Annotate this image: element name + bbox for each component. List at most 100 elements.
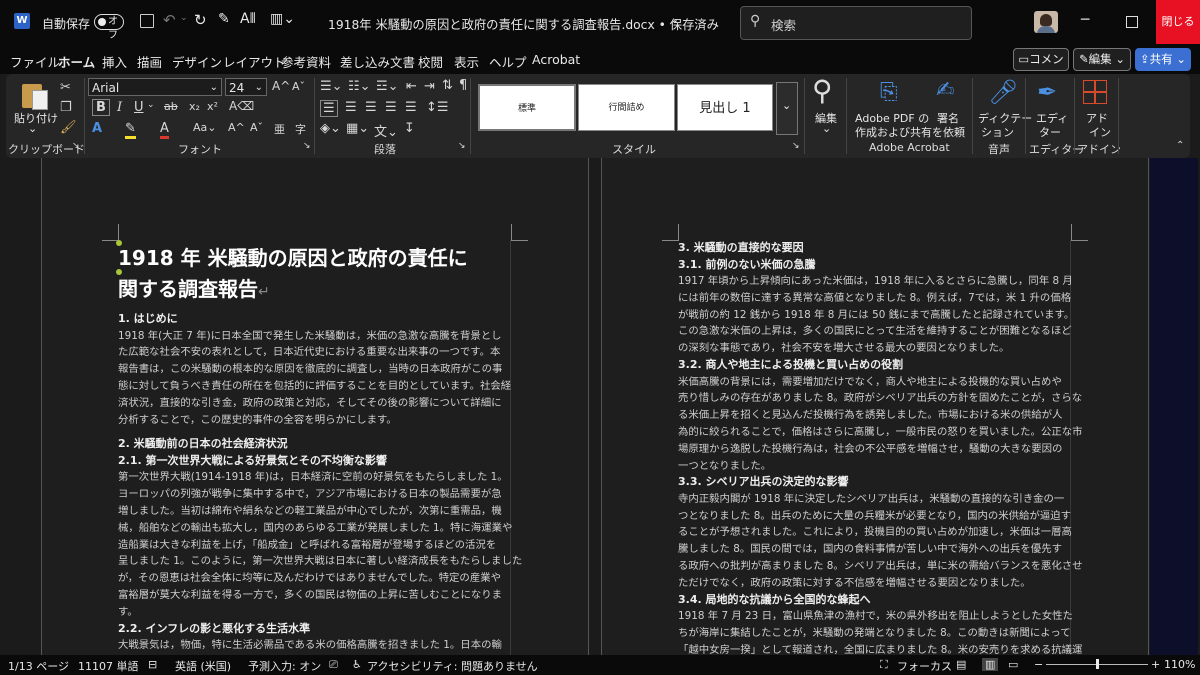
numbering-icon[interactable]: ☷⌄ (348, 79, 371, 94)
minimize-icon[interactable]: ─ (1081, 12, 1089, 28)
zoom-slider-thumb[interactable] (1096, 659, 1099, 669)
paragraph-line[interactable]: 寺内正毅内閣が 1918 年に決定したシベリア出兵は，米騒動の直接的な引き金の一 (678, 491, 1064, 508)
increase-indent-icon[interactable]: ⇥ (424, 79, 435, 94)
tab-draw[interactable]: 描画 (137, 52, 162, 71)
proofing-icon[interactable]: ⊟ (148, 658, 157, 671)
paragraph-line[interactable]: 報告書は，この米騒動の根本的な原因を徹底的に調査し，当時の日本政府がこの事 (118, 361, 502, 378)
copy-icon[interactable]: ❐ (60, 100, 72, 115)
document-title-line-2[interactable]: 関する調査報告↵ (118, 275, 270, 306)
tab-references[interactable]: 参考資料 (281, 52, 331, 71)
paragraph-line[interactable]: が戦前の約 12 銭から 1918 年 8 月には 50 銭にまで高騰したと記録… (678, 307, 1074, 324)
draw-icon[interactable]: ✎ (218, 11, 230, 27)
shrink-font-icon[interactable]: Aˇ (292, 80, 305, 93)
paragraph-line[interactable]: 呈しました 1。このように，第一次世界大戦は日本に著しい経済成長をもたらしました (118, 553, 522, 570)
tab-acrobat[interactable]: Acrobat (532, 52, 580, 67)
paragraph-line[interactable]: ヨーロッパの列強が戦争に集中する中で，アジア市場における日本の製品需要が急 (118, 486, 502, 503)
paragraph-line[interactable]: つとなりました 8。出兵のために大量の兵糧米が必要となり，国内の米供給が逼迫す (678, 508, 1071, 525)
document-title-line-1[interactable]: 1918 年 米騒動の原因と政府の責任に (118, 244, 468, 272)
document-title[interactable]: 1918年 米騒動の原因と政府の責任に関する調査報告.docx • 保存済み (328, 15, 719, 33)
page-count[interactable]: 1/13 ページ (8, 658, 69, 674)
close-button[interactable]: 閉じる (1156, 0, 1200, 44)
tab-file[interactable]: ファイル (10, 52, 60, 71)
font-size-select[interactable]: 24 ⌄ (225, 78, 267, 96)
paragraph-line[interactable]: 「越中女房一揆」として報道され，全国に広まりました 8。米の安売りを求める抗議運 (678, 642, 1082, 655)
styles-dialog-launcher-icon[interactable]: ↘ (792, 141, 800, 151)
highlight-icon[interactable]: ✎ (125, 121, 136, 139)
read-mode-icon[interactable]: ▤ (956, 658, 966, 671)
autosave-toggle[interactable]: オフ (94, 14, 124, 41)
paragraph-line[interactable]: 1918 年 7 月 23 日，富山県魚津の漁村で，米の県外移出を阻止しようとし… (678, 608, 1073, 625)
paragraph-line[interactable]: 増しました。当初は綿布や絹糸などの軽工業品が中心でしたが，次第に重需品，機 (118, 503, 502, 520)
paragraph-line[interactable]: この急激な米価の上昇は，多くの国民にとって生活を維持することが困難となるほど (678, 323, 1072, 340)
read-aloud-icon[interactable]: A⦀ (240, 11, 256, 27)
paragraph-line[interactable]: 一つとなりました。 (678, 458, 771, 475)
cut-icon[interactable]: ✂ (60, 80, 71, 95)
section-heading[interactable]: 2.2. インフレの影と悪化する生活水準 (118, 621, 310, 637)
font-color-icon[interactable]: A (160, 121, 169, 139)
align-left-icon[interactable]: ☰ (320, 100, 338, 117)
phonetic-guide-icon[interactable]: 亜 (274, 121, 285, 137)
paragraph-line[interactable]: には前年の数倍に達する異常な高値となりました 8。例えば，7では，米 1 升の価… (678, 290, 1071, 307)
show-marks-icon[interactable]: ¶ (459, 78, 467, 93)
line-spacing-icon[interactable]: ↕☰ (426, 100, 449, 115)
share-button[interactable]: ⇪共有 ⌄ (1135, 48, 1191, 71)
bold-icon[interactable]: B (92, 99, 110, 116)
distributed-icon[interactable]: ☰ (405, 100, 417, 115)
format-painter-icon[interactable]: 🖌 (60, 120, 77, 135)
zoom-slider[interactable] (1046, 659, 1148, 669)
predictive-text[interactable]: 予測入力: オン (248, 658, 321, 674)
accessibility-status[interactable]: アクセシビリティ: 問題ありません (367, 658, 538, 674)
shading-icon[interactable]: ◈⌄ (320, 121, 341, 136)
paste-icon[interactable] (22, 80, 48, 110)
restore-icon[interactable] (1126, 16, 1138, 28)
title-dropdown-icon[interactable]: ⌄ (670, 13, 679, 26)
search-icon[interactable]: ⚲ (812, 74, 833, 107)
subscript-icon[interactable]: x₂ (189, 100, 200, 113)
section-heading[interactable]: 3.1. 前例のない米価の急騰 (678, 257, 816, 273)
multilevel-list-icon[interactable]: ☲⌄ (376, 79, 399, 94)
grow-font-2-icon[interactable]: A^ (228, 121, 245, 134)
clear-format-icon[interactable]: A⌫ (229, 99, 254, 113)
undo-dropdown-icon[interactable]: ⌄ (180, 13, 188, 23)
paragraph-line[interactable]: が，その恩恵は社会全体に均等に及んだわけではありませんでした。特定の産業や (118, 570, 501, 587)
paragraph-line[interactable]: 械，船舶などの輸出も拡大し，国内のあらゆる工業が発展しました 1。特に海運業や (118, 520, 512, 537)
tab-design[interactable]: デザイン (172, 52, 222, 71)
section-heading[interactable]: 3.2. 商人や地主による投機と買い占めの役割 (678, 357, 903, 373)
save-icon[interactable] (140, 14, 154, 28)
tab-layout[interactable]: レイアウト (223, 52, 286, 71)
paragraph-line[interactable]: 富裕層が莫大な利益を得る一方で，多くの国民は物価の上昇に苦しむことになりま (118, 587, 502, 604)
language[interactable]: 英語 (米国) (175, 658, 231, 674)
paragraph-line[interactable]: 売り惜しみの存在がありました 8。政府がシベリア出兵の方針を固めたことが，さらな (678, 390, 1082, 407)
superscript-icon[interactable]: x² (207, 100, 218, 113)
style-normal[interactable]: 標準 (478, 84, 576, 131)
tab-help[interactable]: ヘルプ (489, 52, 527, 71)
tab-mailings[interactable]: 差し込み文書 (340, 52, 415, 71)
justify-icon[interactable]: ☰ (385, 100, 397, 115)
accessibility-icon[interactable]: ♿︎ (352, 658, 362, 671)
paragraph-line[interactable]: 態に対して負うべき責任の所在を包括的に評価することを目的としています。社会経 (118, 378, 511, 395)
redo-icon[interactable]: ↻ (194, 11, 207, 29)
vertical-scrollbar[interactable] (1150, 158, 1198, 655)
sort-icon[interactable]: ⇅ (442, 78, 453, 93)
align-center-icon[interactable]: ☰ (345, 100, 357, 115)
section-heading[interactable]: 3.3. シベリア出兵の決定的な影響 (678, 474, 849, 490)
italic-icon[interactable]: I (117, 100, 122, 115)
paragraph-line[interactable]: る米価上昇を招くと見込んだ投機行為を誘発しました。市場における米の供給が人 (678, 407, 1062, 424)
section-heading[interactable]: 3.4. 局地的な抗議から全国的な蜂起へ (678, 592, 871, 608)
adobe-sign-label-2[interactable]: を依頼 (932, 124, 965, 140)
shrink-font-2-icon[interactable]: Aˇ (250, 121, 263, 134)
paragraph-line[interactable]: 第一次世界大戦(1914-1918 年)は，日本経済に空前の好景気をもたらしまし… (118, 469, 508, 486)
strikethrough-icon[interactable]: ab (164, 100, 178, 113)
paragraph-line[interactable]: 大戦景気は，物価，特に生活必需品である米の価格高騰を招きました 1。日本の輸 (118, 637, 502, 654)
style-no-spacing[interactable]: 行間詰め (578, 84, 675, 131)
style-heading-1[interactable]: 見出し 1 (677, 84, 773, 131)
collapse-ribbon-icon[interactable]: ⌃ (1176, 140, 1184, 151)
dialog-launcher-icon[interactable]: ↘ (72, 141, 80, 151)
paragraph-line[interactable]: 場原理から逸脱した投機行為は，社会の不公平感を増幅させ，騒動の大きな要因の (678, 441, 1062, 458)
paragraph-line[interactable]: 済状況，直接的な引き金，政府の政策と対応，そしてその後の影響について詳細に (118, 395, 502, 412)
section-heading[interactable]: 3. 米騒動の直接的な要因 (678, 240, 804, 256)
grow-font-icon[interactable]: A^ (272, 79, 290, 93)
paragraph-line[interactable]: ちが海岸に集結したことが，米騒動の発端となりました 8。この動きは新聞によって (678, 625, 1071, 642)
print-layout-icon[interactable]: ▥ (982, 658, 999, 671)
paragraph-line[interactable]: 1918 年(大正 7 年)に日本全国で発生した米騒動は，米価の急激な高騰を背景… (118, 328, 502, 345)
